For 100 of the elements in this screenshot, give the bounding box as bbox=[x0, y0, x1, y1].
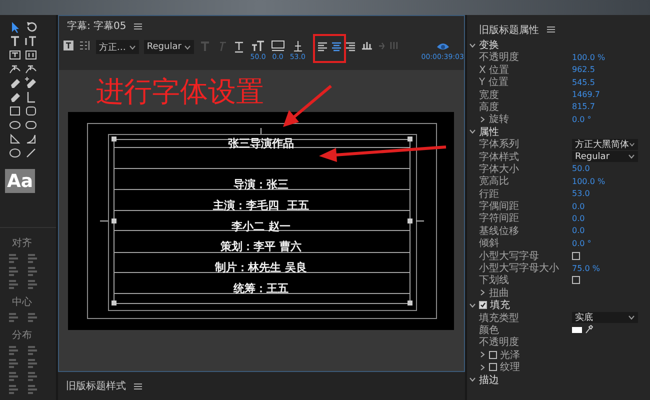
property-label: 不透明度 bbox=[479, 336, 519, 350]
caret-icon bbox=[128, 44, 136, 50]
vertical-area-type-tool-icon[interactable] bbox=[24, 49, 38, 61]
caret-icon bbox=[628, 315, 635, 320]
section-label: 分布 bbox=[12, 329, 33, 342]
checkbox[interactable] bbox=[572, 276, 580, 284]
panel-title: 旧版标题样式 bbox=[66, 380, 126, 393]
credit-line: 制片：林先生 吴良 bbox=[215, 260, 307, 276]
property-value[interactable]: 53.0 bbox=[572, 189, 642, 198]
tab-stops-icon[interactable] bbox=[361, 40, 374, 51]
align-right-icon[interactable] bbox=[344, 40, 356, 53]
rounded-ellipse-tool-icon[interactable] bbox=[24, 119, 38, 131]
rotation-tool-icon[interactable] bbox=[24, 21, 38, 33]
property-value[interactable]: 0.0 bbox=[572, 226, 642, 236]
rounded-rectangle-tool-icon[interactable] bbox=[24, 105, 38, 117]
underline-icon[interactable] bbox=[233, 40, 246, 53]
property-label: X 位置 bbox=[479, 64, 510, 76]
menu-icon[interactable] bbox=[547, 26, 555, 33]
dropdown[interactable]: 实底 bbox=[572, 312, 638, 324]
grid-icon[interactable] bbox=[78, 40, 91, 51]
line-tool-icon[interactable] bbox=[24, 147, 38, 159]
property-value[interactable]: 75.0 % bbox=[572, 264, 642, 273]
caret-icon bbox=[629, 142, 635, 147]
chevron-icon[interactable] bbox=[479, 116, 486, 123]
dropdown[interactable]: Regular bbox=[572, 151, 638, 162]
area-type-tool-icon[interactable] bbox=[8, 49, 22, 61]
section-label: 描边 bbox=[479, 374, 499, 387]
font-size-icon[interactable] bbox=[251, 40, 266, 52]
property-label: 光泽 bbox=[500, 348, 520, 362]
path-type-tool-icon[interactable] bbox=[8, 63, 22, 75]
property-label: 倾斜 bbox=[479, 236, 499, 250]
property-label: 小型大写字母 bbox=[479, 250, 539, 262]
menu-icon[interactable] bbox=[134, 22, 142, 30]
chevron-icon[interactable] bbox=[479, 351, 486, 358]
property-value[interactable]: 1469.7 bbox=[572, 90, 642, 100]
property-label: 纹理 bbox=[500, 361, 520, 374]
property-label: 小型大写字母大小 bbox=[479, 262, 559, 274]
dropdown[interactable]: 方正大黑简体 bbox=[572, 138, 638, 150]
section-label: 属性 bbox=[479, 126, 499, 138]
property-label: 宽高比 bbox=[479, 174, 509, 188]
property-label: 基线位移 bbox=[479, 224, 519, 238]
property-label: 颜色 bbox=[479, 324, 499, 336]
arc-tool-icon[interactable] bbox=[24, 133, 38, 145]
chevron-icon[interactable] bbox=[469, 376, 476, 384]
property-label: 填充类型 bbox=[479, 312, 519, 324]
chevron-icon[interactable] bbox=[479, 289, 486, 296]
property-label: 字体样式 bbox=[479, 150, 519, 164]
title-text: 张三导演作品 bbox=[228, 137, 294, 151]
property-value[interactable]: 0.0 ° bbox=[572, 114, 642, 124]
checkbox[interactable] bbox=[489, 363, 497, 372]
property-value[interactable]: 0.0 bbox=[572, 214, 642, 223]
circle-tool-icon[interactable] bbox=[8, 147, 22, 159]
add-anchor-tool-icon[interactable] bbox=[24, 77, 38, 89]
property-value[interactable]: 50.0 bbox=[572, 164, 642, 174]
chevron-icon[interactable] bbox=[479, 364, 486, 371]
property-value[interactable]: 545.5 bbox=[572, 78, 642, 87]
property-value[interactable]: 0.0 ° bbox=[572, 238, 642, 248]
pen-tool-icon[interactable] bbox=[8, 77, 22, 89]
checkbox[interactable] bbox=[489, 350, 497, 359]
property-value[interactable]: 815.7 bbox=[572, 102, 642, 112]
title-icon[interactable] bbox=[63, 40, 74, 51]
property-value[interactable]: 100.0 % bbox=[572, 52, 642, 62]
chevron-icon[interactable] bbox=[469, 128, 476, 136]
align-center-icon[interactable] bbox=[330, 40, 342, 53]
property-value[interactable]: 100.0 % bbox=[572, 176, 642, 186]
checkbox[interactable] bbox=[479, 301, 487, 310]
vertical-type-tool-icon[interactable] bbox=[24, 35, 38, 47]
section-label: 变换 bbox=[479, 38, 499, 52]
annotation-arrow bbox=[283, 84, 332, 127]
property-value[interactable]: 962.5 bbox=[572, 65, 642, 74]
property-label: 行距 bbox=[479, 188, 499, 200]
wedge-tool-icon[interactable] bbox=[8, 133, 22, 145]
rectangle-tool-icon[interactable] bbox=[8, 105, 22, 117]
panel-title: 旧版标题属性 bbox=[479, 24, 539, 36]
type-tool-icon[interactable] bbox=[8, 35, 22, 47]
checkbox[interactable] bbox=[572, 252, 580, 260]
highlight-frame bbox=[313, 34, 346, 63]
credit-line: 导演：张三 bbox=[234, 177, 288, 193]
property-label: 不透明度 bbox=[479, 50, 519, 64]
credit-line: 李小二 赵一 bbox=[232, 218, 290, 235]
property-label: 字符间距 bbox=[479, 212, 519, 226]
font-family-dropdown[interactable]: 方正… bbox=[96, 40, 139, 54]
section-label: 中心 bbox=[12, 296, 33, 309]
section-label: 对齐 bbox=[12, 236, 33, 250]
menu-icon[interactable] bbox=[134, 382, 142, 390]
property-value[interactable]: 0.0 bbox=[572, 202, 642, 211]
chevron-icon[interactable] bbox=[469, 42, 476, 48]
eyedropper-icon[interactable] bbox=[585, 325, 593, 334]
property-label: 扭曲 bbox=[489, 286, 509, 300]
chevron-icon[interactable] bbox=[469, 302, 476, 309]
property-label: Y 位置 bbox=[479, 76, 508, 90]
section-label: 填充 bbox=[490, 298, 510, 312]
kerning-icon[interactable] bbox=[270, 40, 285, 52]
font-style-dropdown[interactable]: Regular bbox=[144, 40, 194, 54]
ellipse-tool-icon[interactable] bbox=[8, 119, 22, 131]
credit-line: 主演：李毛四 王五 bbox=[213, 198, 309, 214]
color-swatch[interactable] bbox=[572, 326, 582, 333]
vertical-path-type-tool-icon[interactable] bbox=[24, 63, 38, 75]
caret-icon bbox=[184, 44, 192, 50]
align-left-icon[interactable] bbox=[316, 40, 328, 53]
